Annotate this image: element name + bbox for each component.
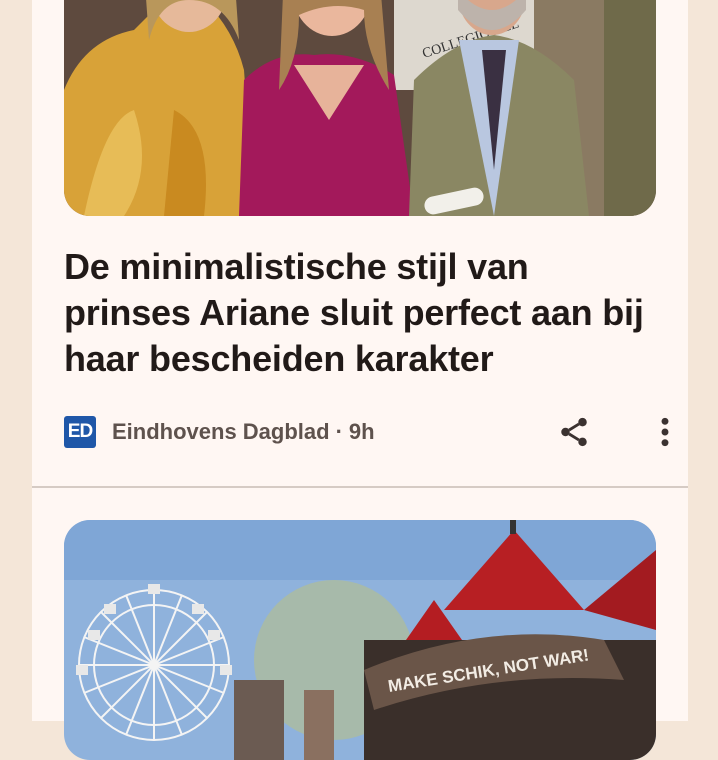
article-card[interactable]: MAKE SCHIK, NOT WAR! <box>32 488 688 760</box>
more-options-button[interactable] <box>650 414 680 450</box>
source-name: Eindhovens Dagblad <box>112 419 330 444</box>
article-meta: ED Eindhovens Dagblad · 9h <box>64 414 669 450</box>
meta-separator: · <box>335 419 343 444</box>
source-line[interactable]: Eindhovens Dagblad · 9h <box>112 418 375 446</box>
source-logo: ED <box>64 416 96 448</box>
share-icon <box>561 417 587 447</box>
article-age: 9h <box>348 419 375 444</box>
share-button[interactable] <box>554 414 594 450</box>
article-image[interactable]: MAKE SCHIK, NOT WAR! <box>64 520 656 760</box>
article-headline[interactable]: De minimalistische stijl van prinses Ari… <box>64 244 654 382</box>
article-card[interactable]: COLLEGIO DEL De minimalistische stijl va… <box>32 0 688 486</box>
royal-family-photo: COLLEGIO DEL <box>64 0 656 216</box>
more-vert-icon <box>661 417 669 447</box>
article-image[interactable]: COLLEGIO DEL <box>64 0 656 216</box>
news-feed: COLLEGIO DEL De minimalistische stijl va… <box>32 0 688 760</box>
fair-photo: MAKE SCHIK, NOT WAR! <box>64 520 656 760</box>
